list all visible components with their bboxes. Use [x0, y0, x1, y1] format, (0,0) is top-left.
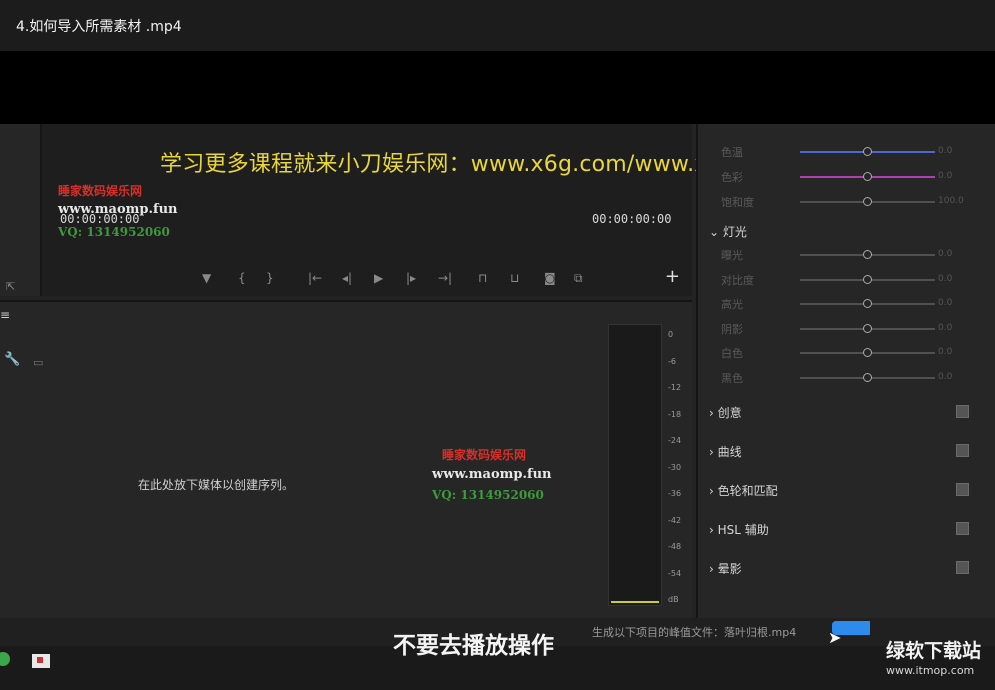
- section-checkbox[interactable]: [956, 483, 969, 496]
- app-icon-presentation[interactable]: [32, 654, 50, 668]
- slider-value[interactable]: 0.0: [938, 372, 952, 382]
- compare-icon[interactable]: ⧉: [574, 271, 583, 286]
- slider-label: 阴影: [721, 322, 743, 336]
- video-frame[interactable]: ⇱ 00:00:00:00 00:00:00:00 ▼ { } |← ◂| ▶ …: [0, 124, 995, 690]
- slider-value[interactable]: 0.0: [938, 171, 952, 181]
- site-logo-url: www.itmop.com: [886, 664, 975, 677]
- meter-label: 0: [668, 330, 674, 339]
- slider-knob[interactable]: [863, 197, 872, 206]
- slider-label: 高光: [721, 298, 743, 311]
- subtitle: 不要去播放操作: [393, 633, 554, 659]
- step-forward-icon[interactable]: |▸: [406, 271, 416, 285]
- project-panel: ≡ 🔧 ▭ 在此处放下媒体以创建序列。: [0, 300, 692, 618]
- video-title: 4.如何导入所需素材 .mp4: [16, 19, 182, 35]
- audio-meter: [608, 324, 662, 606]
- meter-label: -30: [668, 462, 682, 472]
- out-point-icon[interactable]: }: [266, 271, 274, 285]
- section-checkbox[interactable]: [956, 561, 969, 574]
- slider-label: 对比度: [721, 273, 754, 287]
- drop-hint: 在此处放下媒体以创建序列。: [138, 478, 295, 492]
- meter-label: -42: [668, 515, 682, 525]
- marker-icon[interactable]: ▼: [202, 271, 211, 285]
- section-header[interactable]: › 曲线: [709, 443, 742, 460]
- chevron-right-icon: ›: [709, 562, 718, 576]
- program-timecode-right: 00:00:00:00: [592, 212, 672, 226]
- slider-label: 色彩: [721, 171, 743, 184]
- section-checkbox[interactable]: [956, 522, 969, 535]
- meter-label: -6: [668, 356, 676, 366]
- slider-label: 白色: [721, 347, 743, 360]
- chevron-right-icon: ›: [709, 523, 718, 537]
- go-to-in-icon[interactable]: |←: [308, 271, 322, 285]
- slider-knob[interactable]: [863, 147, 872, 156]
- insert-icon[interactable]: ⊓: [478, 271, 487, 285]
- watermark-top: 睡家数码娱乐网 www.maomp.fun VQ: 1314952060: [58, 184, 178, 239]
- watermark-center: 睡家数码娱乐网 www.maomp.fun VQ: 1314952060: [432, 448, 552, 502]
- mouse-cursor-icon: ➤: [828, 628, 842, 647]
- chevron-right-icon: ›: [709, 406, 718, 420]
- slider-knob[interactable]: [863, 172, 872, 181]
- title-bar: 4.如何导入所需素材 .mp4: [0, 0, 995, 51]
- slider-label: 饱和度: [721, 196, 754, 209]
- slider-knob[interactable]: [863, 299, 872, 308]
- wrench-icon[interactable]: 🔧: [4, 352, 20, 367]
- section-checkbox[interactable]: [956, 444, 969, 457]
- section-checkbox[interactable]: [956, 405, 969, 418]
- slider-value[interactable]: 0.0: [938, 146, 952, 156]
- slider-label: 色温: [721, 146, 743, 159]
- in-point-icon[interactable]: {: [238, 271, 246, 285]
- slider-knob[interactable]: [863, 250, 872, 259]
- slider-label: 黑色: [721, 371, 743, 385]
- chevron-right-icon: ›: [709, 445, 718, 459]
- meter-label: -36: [668, 489, 682, 498]
- bin-icon[interactable]: ▭: [33, 356, 43, 369]
- meter-label: -12: [668, 383, 682, 392]
- chevron-down-icon: ⌄: [709, 225, 723, 239]
- menu-icon[interactable]: ≡: [0, 308, 10, 322]
- slider-value[interactable]: 0.0: [938, 249, 952, 259]
- go-to-out-icon[interactable]: →|: [438, 271, 452, 285]
- slider-knob[interactable]: [863, 348, 872, 357]
- add-button[interactable]: +: [665, 266, 680, 287]
- meter-label: -54: [668, 568, 682, 578]
- meter-label: dB: [668, 595, 679, 604]
- step-back-icon[interactable]: ◂|: [342, 271, 352, 285]
- slider-label: 曝光: [721, 249, 743, 262]
- slider-value[interactable]: 0.0: [938, 274, 952, 284]
- meter-label: -18: [668, 409, 682, 419]
- slider-knob[interactable]: [863, 372, 872, 382]
- status-text: 生成以下项目的峰值文件：落叶归根.mp4: [592, 626, 797, 639]
- section-header[interactable]: › 色轮和匹配: [709, 482, 778, 499]
- source-panel: ⇱: [0, 124, 42, 296]
- play-icon[interactable]: ▶: [374, 271, 383, 285]
- overwrite-icon[interactable]: ⊔: [510, 271, 519, 285]
- meter-level: [611, 601, 659, 603]
- slider-value[interactable]: 0.0: [938, 347, 952, 357]
- section-header[interactable]: › 晕影: [709, 560, 742, 577]
- site-logo-name: 绿软下载站: [886, 640, 982, 662]
- meter-label: -24: [668, 436, 682, 445]
- section-light[interactable]: ⌄ 灯光: [709, 223, 747, 240]
- slider-value[interactable]: 100.0: [938, 196, 964, 206]
- section-header[interactable]: › 创意: [709, 404, 742, 421]
- slider-value[interactable]: 0.0: [938, 298, 952, 308]
- meter-label: -48: [668, 542, 682, 551]
- export-icon[interactable]: ⇱: [6, 280, 15, 293]
- slider-knob[interactable]: [863, 274, 872, 284]
- chevron-right-icon: ›: [709, 484, 718, 498]
- slider-knob[interactable]: [863, 323, 872, 333]
- section-header[interactable]: › HSL 辅助: [709, 521, 769, 538]
- camera-icon[interactable]: ◙: [544, 271, 556, 285]
- slider-value[interactable]: 0.0: [938, 323, 952, 333]
